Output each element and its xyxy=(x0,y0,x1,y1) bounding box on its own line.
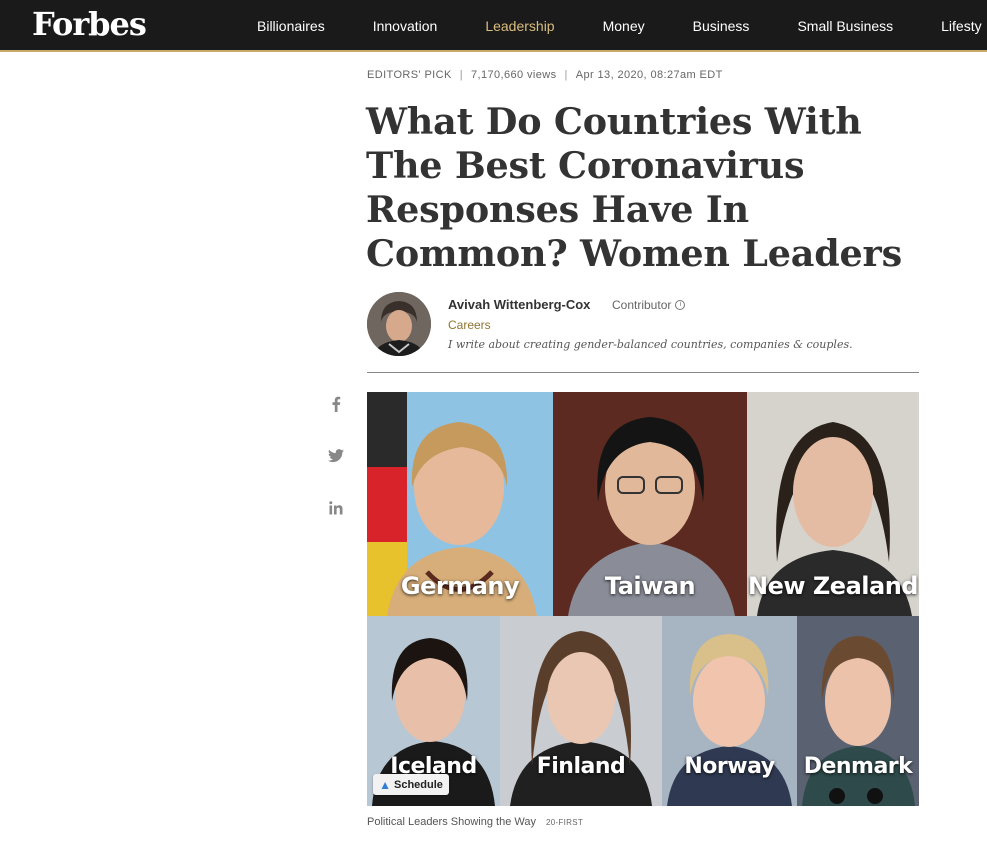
schedule-label: Schedule xyxy=(393,778,443,791)
nav-item-small-business[interactable]: Small Business xyxy=(797,18,893,34)
nav-item-leadership[interactable]: Leadership xyxy=(485,18,554,34)
country-label-denmark: Denmark xyxy=(803,754,913,779)
leader-photo-taiwan: Taiwan xyxy=(553,392,747,616)
leader-photo-germany: Germany xyxy=(367,392,553,616)
author-avatar[interactable] xyxy=(367,292,431,356)
country-label-germany: Germany xyxy=(400,572,520,600)
top-navigation-bar: Forbes Billionaires Innovation Leadershi… xyxy=(0,0,987,52)
author-role: Contributor i xyxy=(612,298,686,312)
forbes-logo[interactable]: Forbes xyxy=(32,5,147,43)
author-divider xyxy=(367,372,919,373)
leader-photo-finland: Finland xyxy=(500,616,662,806)
info-icon[interactable]: i xyxy=(675,300,686,310)
leader-photo-new-zealand: New Zealand xyxy=(747,392,919,616)
author-name[interactable]: Avivah Wittenberg-Cox xyxy=(448,297,590,312)
nav-item-business[interactable]: Business xyxy=(693,18,750,34)
country-label-finland: Finland xyxy=(536,754,626,779)
leader-photo-denmark: Denmark xyxy=(797,616,919,806)
schedule-button[interactable]: ▲ Schedule xyxy=(373,774,449,795)
nav-item-billionaires[interactable]: Billionaires xyxy=(257,18,325,34)
image-caption: Political Leaders Showing the Way 20-FIRS… xyxy=(367,816,583,828)
editors-pick-label: EDITORS' PICK xyxy=(367,69,452,81)
facebook-icon[interactable] xyxy=(326,394,346,414)
author-role-label: Contributor xyxy=(612,298,672,312)
twitter-icon[interactable] xyxy=(326,446,346,466)
nav-item-money[interactable]: Money xyxy=(603,18,645,34)
linkedin-icon[interactable] xyxy=(326,498,346,518)
country-label-taiwan: Taiwan xyxy=(604,572,696,600)
meta-separator: | xyxy=(564,69,568,81)
publish-date: Apr 13, 2020, 08:27am EDT xyxy=(575,69,723,81)
author-bio: I write about creating gender-balanced c… xyxy=(448,338,853,351)
caption-text: Political Leaders Showing the Way xyxy=(367,816,536,828)
nav-item-innovation[interactable]: Innovation xyxy=(373,18,438,34)
main-nav: Billionaires Innovation Leadership Money… xyxy=(257,0,987,50)
country-label-norway: Norway xyxy=(684,754,775,779)
leader-photo-norway: Norway xyxy=(662,616,797,806)
country-label-new-zealand: New Zealand xyxy=(748,572,918,600)
hero-image[interactable]: Germany Taiwan New Zealand Iceland Finla… xyxy=(367,392,919,806)
schedule-icon: ▲ xyxy=(379,777,391,792)
nav-item-lifestyle[interactable]: Lifesty xyxy=(941,18,981,34)
article-meta: EDITORS' PICK | 7,170,660 views | Apr 13, 20… xyxy=(367,69,723,81)
author-section-link[interactable]: Careers xyxy=(448,318,491,332)
view-count: 7,170,660 views xyxy=(471,69,557,81)
article-title: What Do Countries With The Best Coronavi… xyxy=(366,100,902,275)
meta-separator: | xyxy=(459,69,463,81)
image-credit: 20-FIRST xyxy=(545,818,584,827)
